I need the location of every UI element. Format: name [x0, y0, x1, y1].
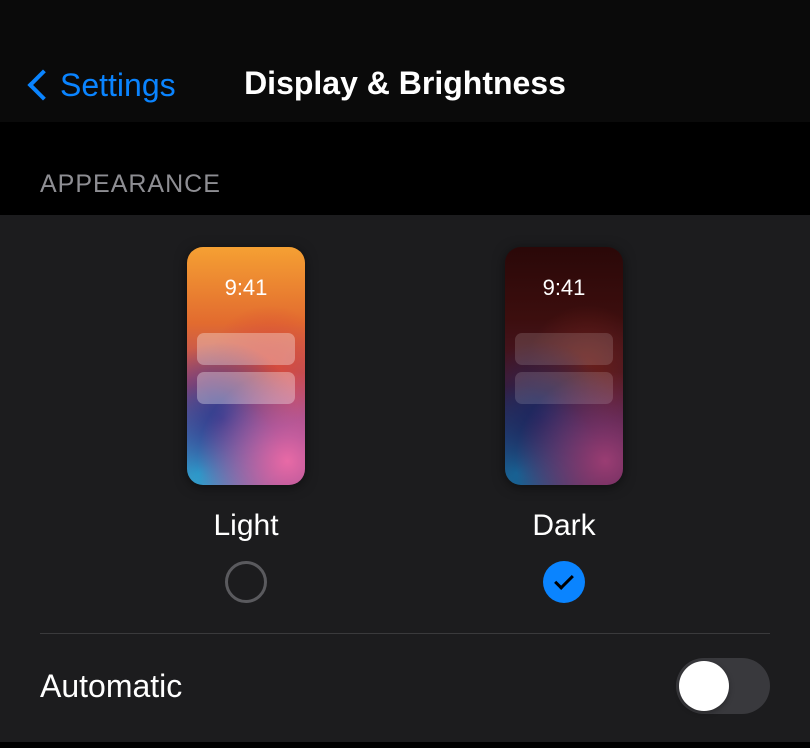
- appearance-option-light[interactable]: 9:41 Light: [187, 247, 305, 603]
- appearance-section: 9:41 Light 9:41 Dark: [0, 215, 810, 742]
- radio-unselected-icon[interactable]: [225, 561, 267, 603]
- automatic-label: Automatic: [40, 668, 182, 705]
- preview-widget: [515, 372, 613, 404]
- preview-widget: [515, 333, 613, 365]
- preview-widget: [197, 333, 295, 365]
- section-header-appearance: APPEARANCE: [0, 122, 810, 215]
- back-label: Settings: [60, 67, 176, 104]
- preview-light: 9:41: [187, 247, 305, 485]
- back-button[interactable]: Settings: [28, 67, 176, 104]
- navigation-bar: Settings Display & Brightness: [0, 0, 810, 122]
- automatic-toggle[interactable]: [676, 658, 770, 714]
- preview-time: 9:41: [187, 275, 305, 301]
- preview-widget: [197, 372, 295, 404]
- radio-selected-icon[interactable]: [543, 561, 585, 603]
- option-label-light: Light: [213, 509, 278, 543]
- preview-dark: 9:41: [505, 247, 623, 485]
- preview-time: 9:41: [505, 275, 623, 301]
- appearance-option-dark[interactable]: 9:41 Dark: [505, 247, 623, 603]
- chevron-left-icon: [28, 68, 50, 104]
- appearance-options: 9:41 Light 9:41 Dark: [0, 247, 810, 633]
- automatic-row: Automatic: [0, 634, 810, 742]
- option-label-dark: Dark: [532, 509, 595, 543]
- toggle-knob: [679, 661, 729, 711]
- content: APPEARANCE 9:41 Light 9:41 Dark: [0, 122, 810, 742]
- checkmark-icon: [554, 570, 574, 590]
